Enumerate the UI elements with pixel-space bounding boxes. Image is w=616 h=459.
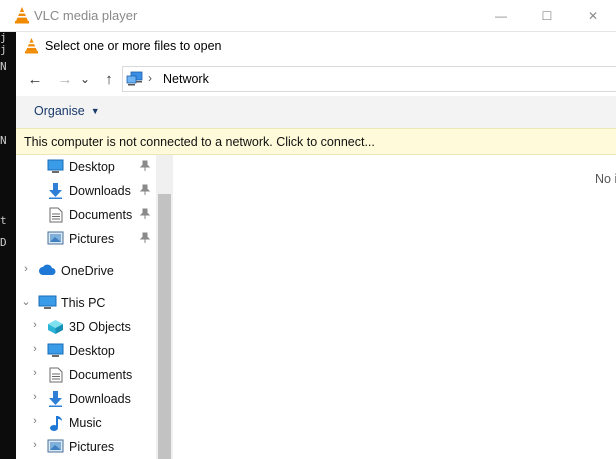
documents-icon xyxy=(49,367,67,383)
desktop-icon xyxy=(47,159,65,175)
up-button[interactable]: ↑ xyxy=(98,68,120,90)
pictures-icon xyxy=(47,231,65,247)
file-open-dialog: Select one or more files to open ← → ⌄ ↑… xyxy=(16,32,616,459)
breadcrumb-network[interactable]: Network xyxy=(163,72,209,86)
pin-icon xyxy=(139,184,151,199)
info-bar-message: This computer is not connected to a netw… xyxy=(24,135,375,149)
sidebar-item-label: OneDrive xyxy=(61,264,114,278)
network-info-bar[interactable]: This computer is not connected to a netw… xyxy=(16,128,616,155)
breadcrumb-separator: › xyxy=(148,71,152,85)
sidebar-item-pictures-quick[interactable]: Pictures xyxy=(16,227,156,251)
dialog-titlebar: Select one or more files to open xyxy=(16,32,616,60)
sidebar-item-music[interactable]: › Music xyxy=(16,411,156,435)
vlc-cone-icon xyxy=(14,6,30,27)
forward-button[interactable]: → xyxy=(54,68,76,90)
downloads-icon xyxy=(47,391,65,407)
recent-locations-button[interactable]: ⌄ xyxy=(78,68,92,90)
sidebar-item-pictures[interactable]: › Pictures xyxy=(16,435,156,459)
dialog-title: Select one or more files to open xyxy=(45,39,222,53)
vlc-window-titlebar: VLC media player — ☐ ✕ xyxy=(0,0,616,32)
close-button[interactable]: ✕ xyxy=(570,0,616,32)
sidebar-item-downloads-quick[interactable]: Downloads xyxy=(16,179,156,203)
sidebar-item-onedrive[interactable]: › OneDrive xyxy=(16,259,156,283)
navigation-scrollbar-thumb[interactable] xyxy=(158,194,171,459)
organise-button[interactable]: Organise ▼ xyxy=(34,104,100,118)
chevron-right-icon[interactable]: › xyxy=(29,319,41,331)
minimize-button[interactable]: — xyxy=(478,0,524,32)
sidebar-item-label: Documents xyxy=(69,208,133,222)
maximize-button[interactable]: ☐ xyxy=(524,0,570,32)
sidebar-item-label: Pictures xyxy=(69,440,115,454)
terminal-text: N xyxy=(0,60,7,73)
pin-icon xyxy=(139,160,151,175)
sidebar-item-label: 3D Objects xyxy=(69,320,131,334)
file-list-pane[interactable]: No i xyxy=(173,155,616,459)
terminal-text: D xyxy=(0,236,7,249)
command-bar: Organise ▼ xyxy=(16,96,616,128)
back-button[interactable]: ← xyxy=(24,68,46,90)
empty-folder-message: No i xyxy=(595,172,616,186)
sidebar-item-documents[interactable]: › Documents xyxy=(16,363,156,387)
terminal-text: t xyxy=(0,214,7,227)
sidebar-item-this-pc[interactable]: ⌄ This PC xyxy=(16,291,156,315)
chevron-right-icon[interactable]: › xyxy=(29,367,41,379)
3d-objects-icon xyxy=(47,319,65,335)
navigation-bar: ← → ⌄ ↑ › Network xyxy=(16,64,616,94)
organise-label: Organise xyxy=(34,104,85,118)
sidebar-item-3d-objects[interactable]: › 3D Objects xyxy=(16,315,156,339)
music-icon xyxy=(49,415,67,431)
sidebar-item-label: Music xyxy=(69,416,102,430)
navigation-pane: Desktop Downloads Documents Pictures › O… xyxy=(16,155,173,459)
pin-icon xyxy=(139,232,151,247)
chevron-right-icon[interactable]: › xyxy=(20,263,32,275)
desktop-icon xyxy=(47,343,65,359)
chevron-right-icon[interactable]: › xyxy=(29,415,41,427)
sidebar-item-label: Documents xyxy=(69,368,133,382)
sidebar-item-label: This PC xyxy=(61,296,106,310)
pictures-icon xyxy=(47,439,65,455)
chevron-right-icon[interactable]: › xyxy=(29,439,41,451)
chevron-right-icon[interactable]: › xyxy=(29,343,41,355)
pin-icon xyxy=(139,208,151,223)
terminal-text: N xyxy=(0,134,7,147)
chevron-down-icon[interactable]: ⌄ xyxy=(20,295,32,308)
sidebar-item-label: Desktop xyxy=(69,344,115,358)
sidebar-item-label: Desktop xyxy=(69,160,115,174)
vlc-window-title: VLC media player xyxy=(34,8,138,23)
vlc-cone-icon xyxy=(24,37,39,57)
terminal-text: j xyxy=(0,43,7,56)
computer-icon xyxy=(38,295,57,311)
sidebar-item-label: Pictures xyxy=(69,232,115,246)
sidebar-item-desktop[interactable]: › Desktop xyxy=(16,339,156,363)
sidebar-item-desktop-quick[interactable]: Desktop xyxy=(16,155,156,179)
documents-icon xyxy=(49,207,67,223)
downloads-icon xyxy=(47,183,65,199)
address-bar[interactable]: › Network xyxy=(122,66,616,92)
sidebar-item-downloads[interactable]: › Downloads xyxy=(16,387,156,411)
network-icon xyxy=(126,71,144,90)
window-controls: — ☐ ✕ xyxy=(478,0,616,32)
sidebar-item-label: Downloads xyxy=(69,184,131,198)
sidebar-item-label: Downloads xyxy=(69,392,131,406)
sidebar-item-documents-quick[interactable]: Documents xyxy=(16,203,156,227)
background-terminal: a j j N N t D xyxy=(0,0,16,459)
chevron-right-icon[interactable]: › xyxy=(29,391,41,403)
cloud-icon xyxy=(38,263,56,279)
chevron-down-icon: ▼ xyxy=(90,106,100,116)
